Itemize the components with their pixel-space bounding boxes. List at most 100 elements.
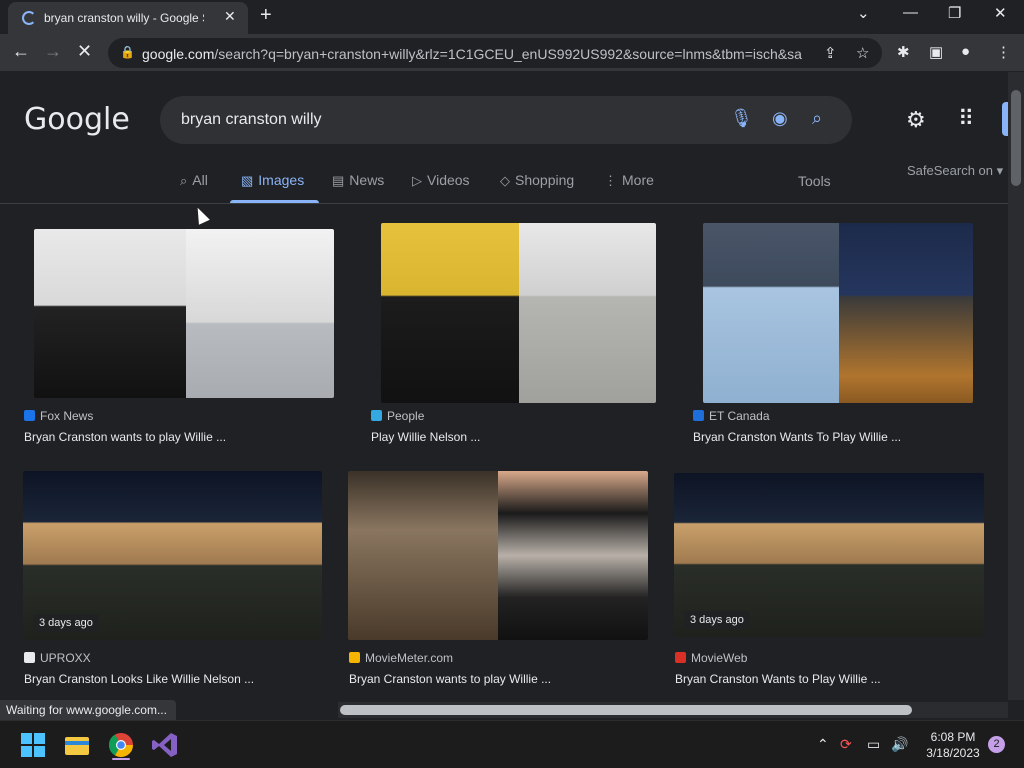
tab-all[interactable]: ⌕ All: [180, 172, 208, 189]
clock-date: 3/18/2023: [926, 746, 980, 760]
result-title[interactable]: Bryan Cranston Looks Like Willie Nelson …: [24, 672, 254, 686]
visual-studio-icon[interactable]: [150, 730, 180, 760]
result-image[interactable]: [348, 471, 648, 640]
bookmark-star-icon[interactable]: ☆: [856, 44, 869, 62]
voice-search-icon[interactable]: 🎙: [730, 108, 753, 129]
favicon-icon: [24, 410, 35, 421]
source-name: MovieWeb: [691, 651, 748, 665]
search-input[interactable]: bryan cranston willy: [181, 111, 322, 129]
search-tabs: ⌕ All ▧ Images ▤ News ▷ Videos ◇ Shopping ⋮ Mo…: [0, 168, 1008, 204]
tab-label: News: [349, 172, 385, 188]
tab-news[interactable]: ▤ News: [332, 172, 384, 189]
result-image[interactable]: [34, 229, 334, 398]
profile-icon[interactable]: ●: [961, 43, 970, 60]
result-title[interactable]: Bryan Cranston wants to play Willie ...: [349, 672, 551, 686]
windows-start-icon[interactable]: [18, 730, 48, 760]
volume-icon[interactable]: 🔊: [891, 736, 908, 753]
result-title[interactable]: Play Willie Nelson ...: [371, 430, 480, 444]
tab-close-icon[interactable]: ✕: [224, 8, 236, 25]
favicon-icon: [371, 410, 382, 421]
result-image[interactable]: 3 days ago: [674, 473, 984, 637]
sync-error-icon[interactable]: ⟳: [840, 736, 852, 753]
google-logo[interactable]: Google: [24, 102, 130, 137]
search-box[interactable]: bryan cranston willy 🎙 ◉ ⌕: [160, 96, 852, 144]
google-apps-icon[interactable]: ⠿: [958, 106, 974, 132]
photo-willie-nelson: [381, 223, 519, 403]
forward-button[interactable]: →: [44, 41, 62, 62]
vertical-scrollbar[interactable]: [1008, 72, 1024, 700]
result-source[interactable]: ET Canada: [693, 409, 770, 423]
status-bubble: Waiting for www.google.com...: [0, 700, 176, 720]
browser-toolbar: ← → ✕ 🔒 google.com/search?q=bryan+cranst…: [0, 34, 1024, 72]
source-name: UPROXX: [40, 651, 91, 665]
lens-camera-icon[interactable]: ◉: [772, 108, 788, 129]
chevron-up-icon[interactable]: ⌃: [817, 736, 829, 753]
tab-label: All: [192, 172, 208, 188]
chrome-icon[interactable]: [106, 730, 136, 760]
browser-tab-bar: bryan cranston willy - Google Search ✕ +…: [0, 0, 1024, 34]
favicon-icon: [675, 652, 686, 663]
lock-icon[interactable]: 🔒: [120, 45, 135, 59]
search-icon[interactable]: ⌕: [812, 108, 822, 129]
tab-label: Images: [258, 172, 305, 188]
tab-label: Shopping: [515, 172, 575, 188]
notification-badge[interactable]: 2: [988, 736, 1005, 753]
result-source[interactable]: Fox News: [24, 409, 93, 423]
browser-tab[interactable]: bryan cranston willy - Google Search ✕: [8, 2, 248, 34]
source-name: People: [387, 409, 425, 423]
restore-button[interactable]: ❐: [948, 4, 961, 22]
back-button[interactable]: ←: [12, 41, 30, 62]
tab-videos[interactable]: ▷ Videos: [412, 172, 470, 189]
tools-button[interactable]: Tools: [798, 173, 831, 189]
image-icon: ▧: [241, 173, 254, 188]
minimize-button[interactable]: —: [903, 4, 918, 21]
tab-images[interactable]: ▧ Images: [241, 172, 304, 189]
file-explorer-icon[interactable]: [62, 730, 92, 760]
result-title[interactable]: Bryan Cranston Wants To Play Willie ...: [693, 430, 901, 444]
address-bar[interactable]: 🔒 google.com/search?q=bryan+cranston+wil…: [108, 38, 882, 68]
source-name: Fox News: [40, 409, 94, 423]
result-source[interactable]: MovieMeter.com: [349, 651, 453, 665]
windows-taskbar: ⌃ ⟳ ▭ 🔊 6:08 PM 3/18/2023 2: [0, 720, 1024, 768]
result-source[interactable]: People: [371, 409, 424, 423]
tab-more[interactable]: ⋮ More: [604, 172, 654, 189]
photo-bryan-cranston: [348, 471, 498, 640]
tab-search-icon[interactable]: ⌄: [857, 4, 870, 22]
tab-shopping[interactable]: ◇ Shopping: [500, 172, 574, 189]
scrollbar-thumb[interactable]: [340, 705, 912, 715]
photo-bryan-cranston: [519, 223, 656, 403]
url-text[interactable]: google.com/search?q=bryan+cranston+willy…: [142, 46, 802, 62]
favicon-icon: [693, 410, 704, 421]
share-icon[interactable]: ⇪: [824, 44, 837, 62]
system-clock[interactable]: 6:08 PM 3/18/2023: [918, 729, 988, 761]
more-vert-icon: ⋮: [604, 173, 617, 188]
photo-bryan-cranston: [703, 223, 839, 403]
network-icon[interactable]: ▭: [867, 736, 880, 753]
video-icon: ▷: [412, 173, 422, 188]
photo-willie-nelson: [34, 229, 186, 398]
safesearch-button[interactable]: SafeSearch on ▾: [907, 163, 1003, 179]
favicon-icon: [24, 652, 35, 663]
stop-loading-button[interactable]: ✕: [77, 41, 92, 62]
chrome-menu-icon[interactable]: ⋮: [996, 43, 1011, 61]
photo-willie-nelson: [839, 223, 973, 403]
result-image[interactable]: 3 days ago: [23, 471, 322, 640]
result-title[interactable]: Bryan Cranston wants to play Willie ...: [24, 430, 226, 444]
scrollbar-thumb[interactable]: [1011, 90, 1021, 186]
result-image[interactable]: [703, 223, 973, 403]
tag-icon: ◇: [500, 173, 510, 188]
side-panel-icon[interactable]: ▣: [929, 43, 943, 61]
close-window-button[interactable]: ✕: [994, 4, 1007, 22]
google-images-page: Google bryan cranston willy 🎙 ◉ ⌕ ⚙ ⠿ ⌕ A…: [0, 72, 1008, 700]
extensions-icon[interactable]: ✱: [897, 43, 910, 61]
result-source[interactable]: UPROXX: [24, 651, 91, 665]
settings-gear-icon[interactable]: ⚙: [906, 107, 926, 133]
photo-bryan-cranston: [186, 229, 334, 398]
result-image[interactable]: [381, 223, 656, 403]
screen: bryan cranston willy - Google Search ✕ +…: [0, 0, 1024, 768]
result-source[interactable]: MovieWeb: [675, 651, 747, 665]
new-tab-button[interactable]: +: [260, 4, 272, 27]
result-title[interactable]: Bryan Cranston Wants to Play Willie ...: [675, 672, 881, 686]
tab-label: Videos: [427, 172, 470, 188]
horizontal-scrollbar[interactable]: [338, 702, 1008, 718]
